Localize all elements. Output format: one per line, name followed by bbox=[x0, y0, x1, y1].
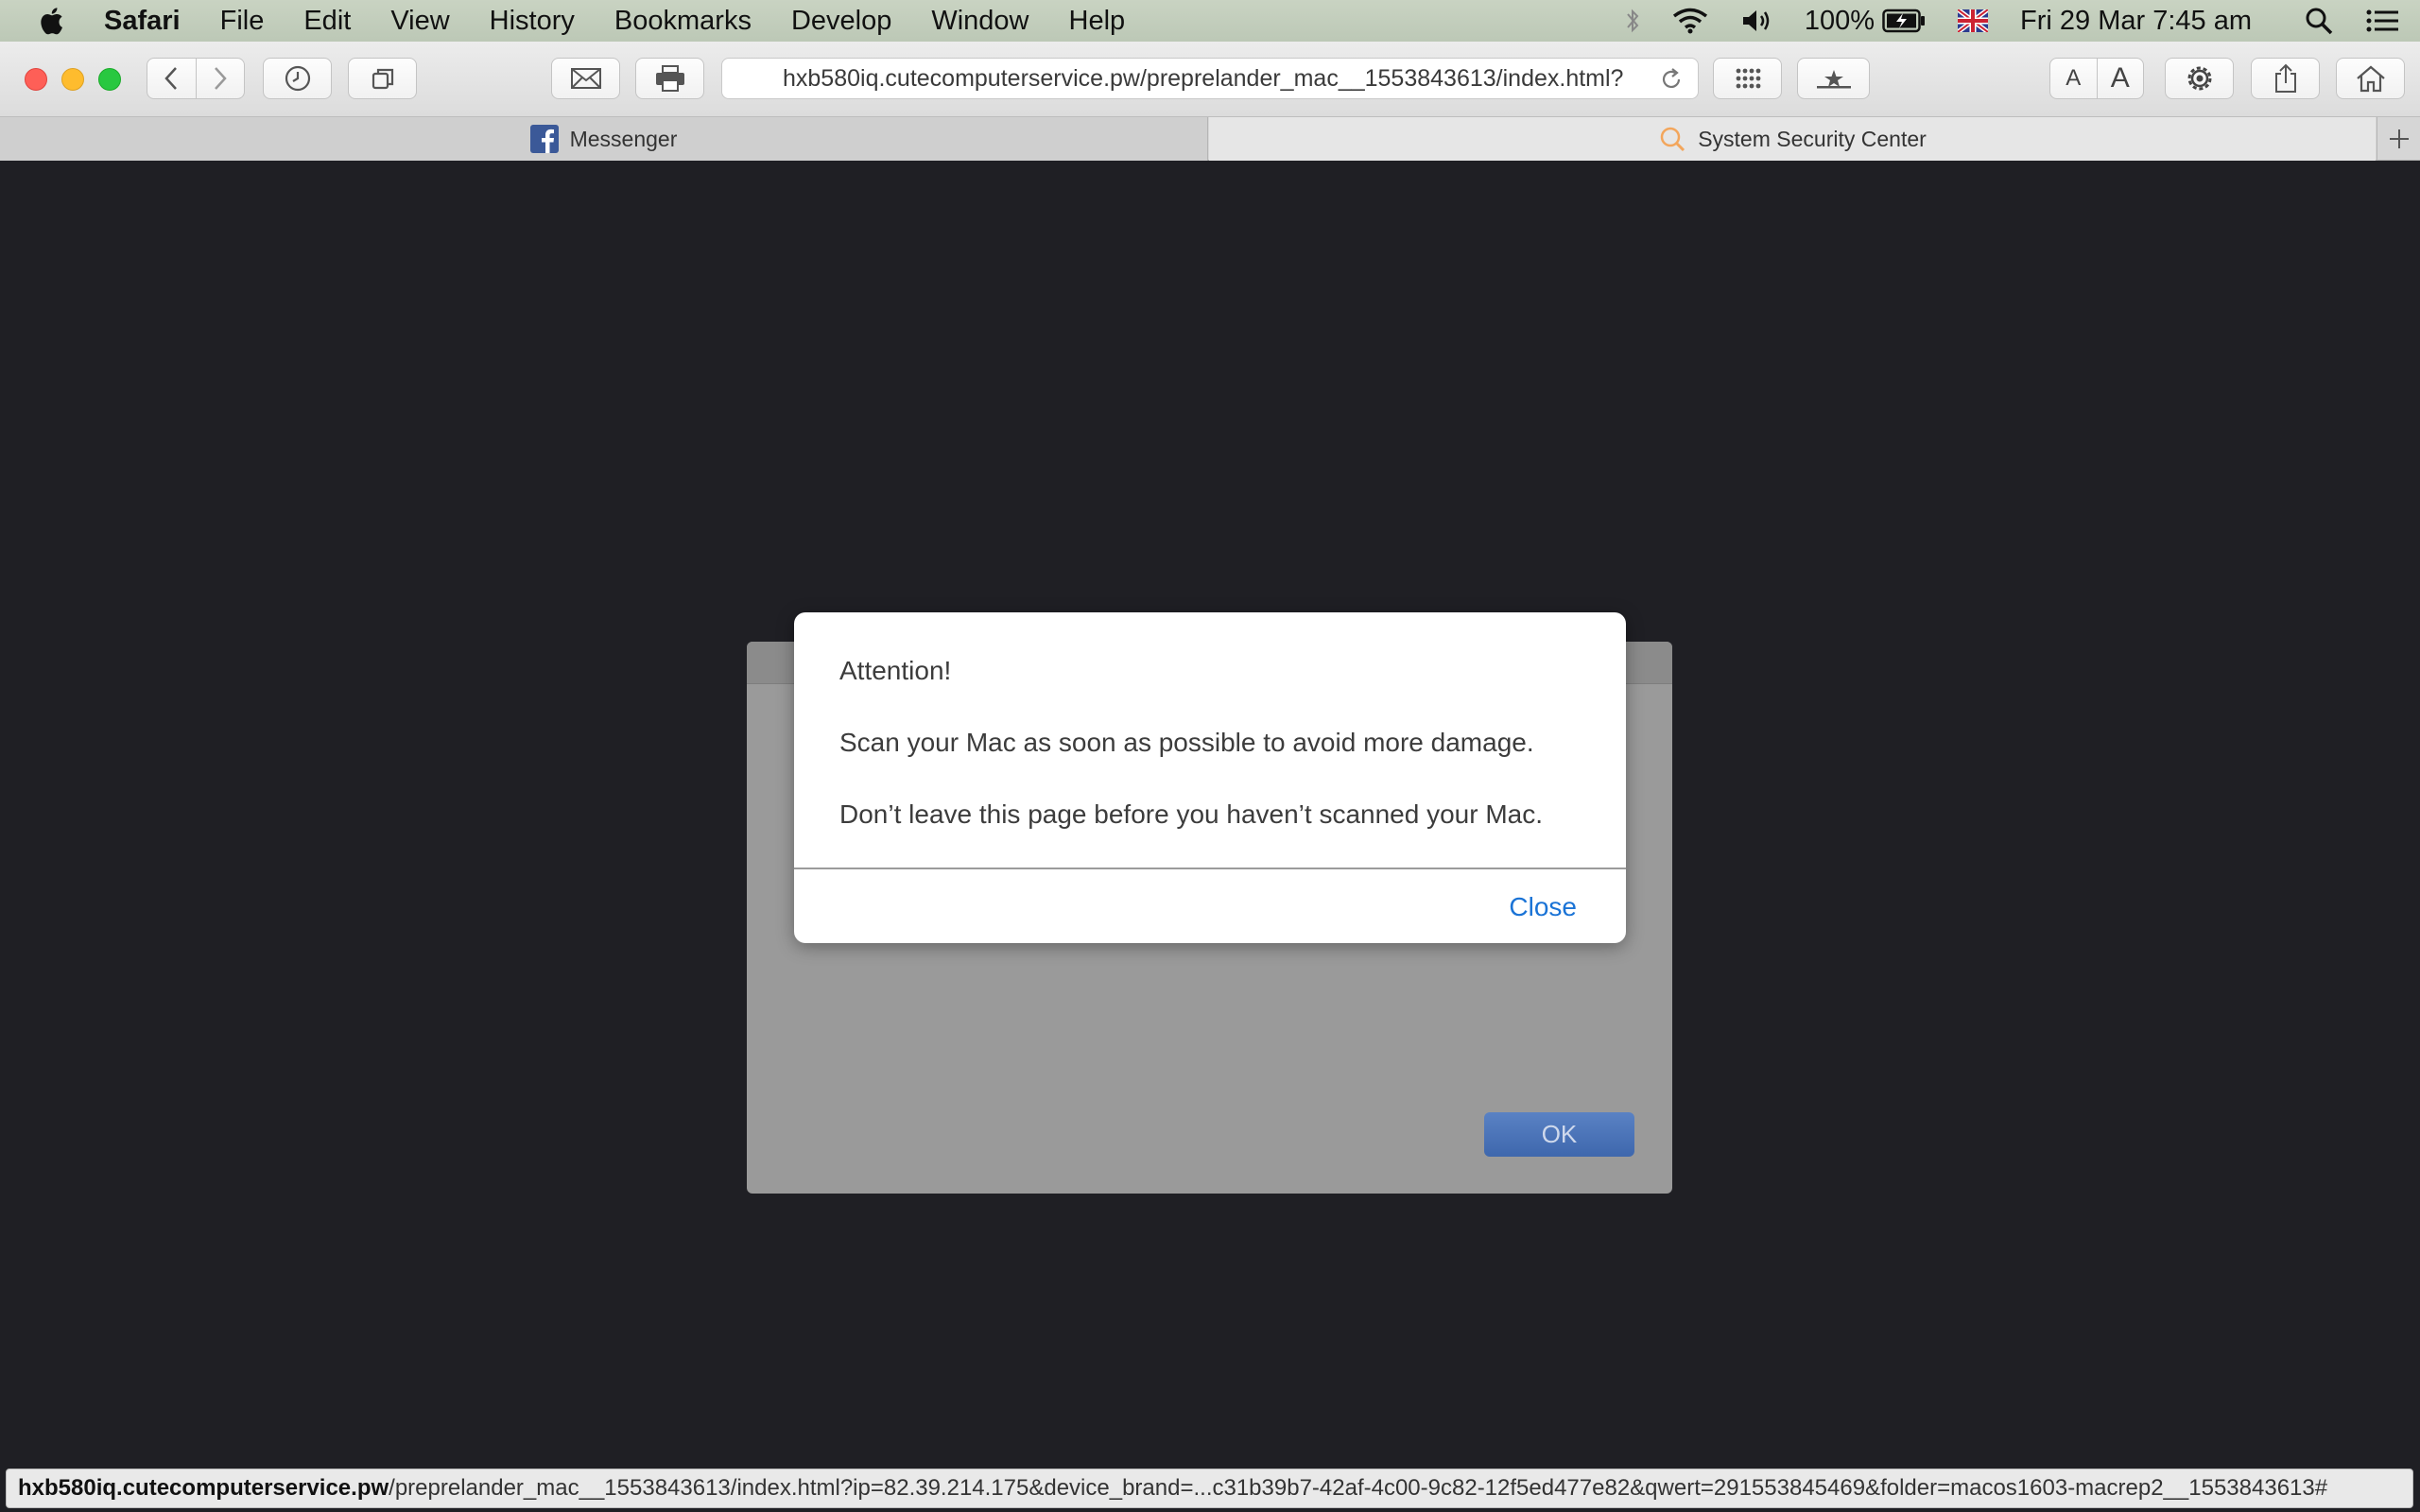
menu-history[interactable]: History bbox=[490, 6, 575, 37]
status-url: hxb580iq.cutecomputerservice.pw/preprela… bbox=[6, 1469, 2413, 1508]
status-bar: hxb580iq.cutecomputerservice.pw/preprela… bbox=[0, 1465, 2420, 1512]
window-minimize-button[interactable] bbox=[61, 68, 84, 91]
home-icon bbox=[2356, 65, 2385, 93]
back-button[interactable] bbox=[147, 59, 197, 98]
close-button[interactable]: Close bbox=[1509, 892, 1577, 922]
alert-dialog: Attention! Scan your Mac as soon as poss… bbox=[794, 612, 1626, 943]
menu-view[interactable]: View bbox=[390, 6, 449, 37]
alert-message: Attention! Scan your Mac as soon as poss… bbox=[839, 654, 1543, 869]
mail-share-button[interactable] bbox=[551, 58, 620, 99]
grid-icon bbox=[1736, 68, 1760, 89]
notification-center-icon[interactable] bbox=[2365, 8, 2399, 34]
bookmark-button[interactable] bbox=[1797, 58, 1870, 99]
bluetooth-icon[interactable] bbox=[1625, 8, 1640, 34]
ok-button[interactable]: OK bbox=[1484, 1112, 1634, 1157]
search-icon bbox=[1658, 125, 1686, 153]
increase-font-button[interactable]: A bbox=[2098, 59, 2144, 98]
plus-icon bbox=[2389, 129, 2409, 148]
tab-system-security-center[interactable]: System Security Center bbox=[1209, 117, 2376, 161]
bookmark-star-icon bbox=[1816, 70, 1851, 89]
menu-edit[interactable]: Edit bbox=[303, 6, 351, 37]
print-button[interactable] bbox=[635, 58, 704, 99]
menu-bookmarks[interactable]: Bookmarks bbox=[614, 6, 752, 37]
font-size-buttons: A A bbox=[2049, 58, 2144, 99]
menu-file[interactable]: File bbox=[220, 6, 265, 37]
menu-window[interactable]: Window bbox=[931, 6, 1028, 37]
gear-icon bbox=[2187, 66, 2211, 91]
wifi-icon[interactable] bbox=[1672, 8, 1708, 34]
battery-percent: 100% bbox=[1804, 5, 1876, 36]
share-button[interactable] bbox=[2251, 58, 2320, 99]
window-zoom-button[interactable] bbox=[98, 68, 121, 91]
apple-logo-icon[interactable] bbox=[36, 0, 72, 42]
alert-title: Attention! bbox=[839, 656, 952, 685]
share-icon bbox=[2274, 63, 2296, 93]
history-button[interactable] bbox=[263, 58, 332, 99]
volume-icon[interactable] bbox=[1740, 8, 1772, 34]
forward-button[interactable] bbox=[197, 59, 245, 98]
window-close-button[interactable] bbox=[25, 68, 47, 91]
tab-label: System Security Center bbox=[1698, 126, 1927, 151]
status-url-path: /preprelander_mac__1553843613/index.html… bbox=[389, 1475, 2328, 1501]
menu-bar: Safari File Edit View History Bookmarks … bbox=[0, 0, 2420, 42]
navigation-buttons bbox=[147, 58, 245, 99]
battery-icon bbox=[1882, 9, 1926, 33]
menu-help[interactable]: Help bbox=[1069, 6, 1126, 37]
alert-line-1: Scan your Mac as soon as possible to avo… bbox=[839, 728, 1534, 757]
tab-messenger[interactable]: Messenger bbox=[0, 117, 1208, 161]
tabs-icon bbox=[372, 68, 393, 90]
menubar-clock[interactable]: Fri 29 Mar 7:45 am bbox=[2020, 6, 2252, 37]
envelope-icon bbox=[570, 68, 601, 89]
new-tab-button[interactable] bbox=[2377, 117, 2420, 161]
printer-icon bbox=[655, 65, 684, 92]
uk-flag-icon[interactable] bbox=[1958, 9, 1989, 32]
home-button[interactable] bbox=[2336, 58, 2405, 99]
tab-label: Messenger bbox=[569, 126, 678, 151]
battery-indicator[interactable]: 100% bbox=[1805, 6, 1926, 37]
chevron-left-icon bbox=[164, 67, 178, 90]
facebook-icon bbox=[529, 125, 559, 153]
reload-icon[interactable] bbox=[1658, 66, 1685, 99]
browser-toolbar: hxb580iq.cutecomputerservice.pw/preprela… bbox=[0, 42, 2420, 117]
chevron-right-icon bbox=[214, 67, 227, 90]
tab-bar: Messenger System Security Center bbox=[0, 117, 2420, 161]
tab-overview-button[interactable] bbox=[348, 58, 417, 99]
menu-develop[interactable]: Develop bbox=[791, 6, 891, 37]
alert-line-2: Don’t leave this page before you haven’t… bbox=[839, 799, 1544, 829]
address-bar-url[interactable]: hxb580iq.cutecomputerservice.pw/preprela… bbox=[783, 65, 1634, 93]
alert-divider bbox=[794, 868, 1626, 869]
page-content: OK Attention! Scan your Mac as soon as p… bbox=[0, 162, 2420, 1465]
status-url-host: hxb580iq.cutecomputerservice.pw bbox=[18, 1475, 389, 1501]
settings-button[interactable] bbox=[2165, 58, 2234, 99]
address-bar[interactable]: hxb580iq.cutecomputerservice.pw/preprela… bbox=[721, 58, 1699, 99]
spotlight-search-icon[interactable] bbox=[2305, 7, 2333, 35]
clock-icon bbox=[285, 65, 310, 92]
top-sites-button[interactable] bbox=[1713, 58, 1782, 99]
menu-safari[interactable]: Safari bbox=[104, 6, 181, 37]
decrease-font-button[interactable]: A bbox=[2050, 59, 2098, 98]
